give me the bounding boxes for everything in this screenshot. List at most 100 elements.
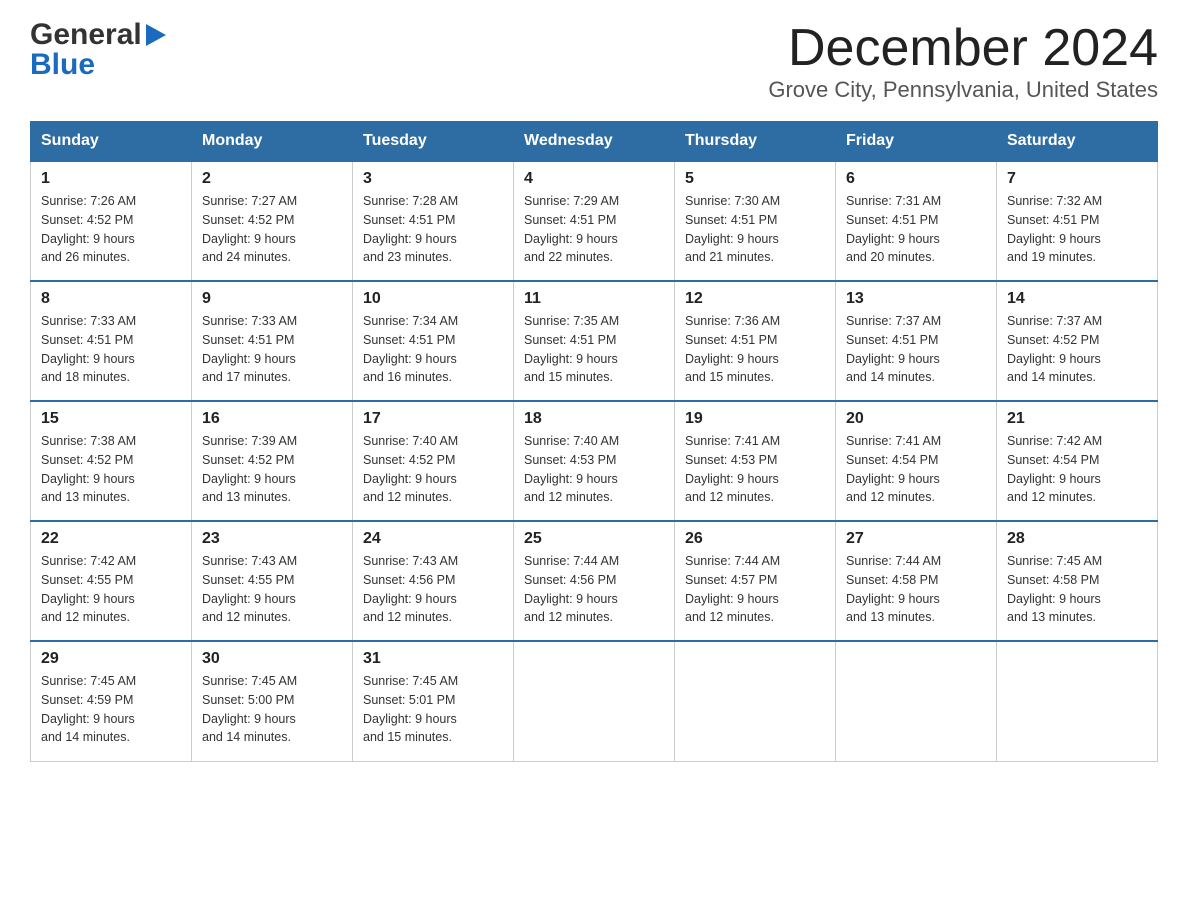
month-title: December 2024	[768, 20, 1158, 77]
day-cell: 30 Sunrise: 7:45 AMSunset: 5:00 PMDaylig…	[192, 641, 353, 761]
day-info: Sunrise: 7:42 AMSunset: 4:54 PMDaylight:…	[1007, 434, 1102, 504]
day-info: Sunrise: 7:29 AMSunset: 4:51 PMDaylight:…	[524, 194, 619, 264]
day-number: 30	[202, 650, 342, 668]
day-cell: 8 Sunrise: 7:33 AMSunset: 4:51 PMDayligh…	[31, 281, 192, 401]
weekday-header-saturday: Saturday	[997, 122, 1158, 162]
day-number: 8	[41, 290, 181, 308]
day-info: Sunrise: 7:44 AMSunset: 4:56 PMDaylight:…	[524, 554, 619, 624]
day-cell: 22 Sunrise: 7:42 AMSunset: 4:55 PMDaylig…	[31, 521, 192, 641]
day-info: Sunrise: 7:40 AMSunset: 4:53 PMDaylight:…	[524, 434, 619, 504]
day-number: 10	[363, 290, 503, 308]
day-number: 17	[363, 410, 503, 428]
day-cell: 19 Sunrise: 7:41 AMSunset: 4:53 PMDaylig…	[675, 401, 836, 521]
day-info: Sunrise: 7:40 AMSunset: 4:52 PMDaylight:…	[363, 434, 458, 504]
day-info: Sunrise: 7:37 AMSunset: 4:51 PMDaylight:…	[846, 314, 941, 384]
day-info: Sunrise: 7:30 AMSunset: 4:51 PMDaylight:…	[685, 194, 780, 264]
day-cell: 1 Sunrise: 7:26 AMSunset: 4:52 PMDayligh…	[31, 161, 192, 281]
day-info: Sunrise: 7:45 AMSunset: 4:58 PMDaylight:…	[1007, 554, 1102, 624]
day-cell: 6 Sunrise: 7:31 AMSunset: 4:51 PMDayligh…	[836, 161, 997, 281]
day-number: 29	[41, 650, 181, 668]
day-info: Sunrise: 7:34 AMSunset: 4:51 PMDaylight:…	[363, 314, 458, 384]
day-cell: 26 Sunrise: 7:44 AMSunset: 4:57 PMDaylig…	[675, 521, 836, 641]
weekday-header-row: SundayMondayTuesdayWednesdayThursdayFrid…	[31, 122, 1158, 162]
day-number: 26	[685, 530, 825, 548]
header: General Blue December 2024 Grove City, P…	[30, 20, 1158, 103]
day-cell: 12 Sunrise: 7:36 AMSunset: 4:51 PMDaylig…	[675, 281, 836, 401]
day-number: 20	[846, 410, 986, 428]
day-number: 28	[1007, 530, 1147, 548]
day-cell: 28 Sunrise: 7:45 AMSunset: 4:58 PMDaylig…	[997, 521, 1158, 641]
day-number: 9	[202, 290, 342, 308]
day-cell: 20 Sunrise: 7:41 AMSunset: 4:54 PMDaylig…	[836, 401, 997, 521]
day-info: Sunrise: 7:41 AMSunset: 4:53 PMDaylight:…	[685, 434, 780, 504]
day-info: Sunrise: 7:43 AMSunset: 4:56 PMDaylight:…	[363, 554, 458, 624]
day-cell: 5 Sunrise: 7:30 AMSunset: 4:51 PMDayligh…	[675, 161, 836, 281]
day-number: 27	[846, 530, 986, 548]
day-cell	[836, 641, 997, 761]
day-info: Sunrise: 7:44 AMSunset: 4:57 PMDaylight:…	[685, 554, 780, 624]
day-number: 12	[685, 290, 825, 308]
day-number: 14	[1007, 290, 1147, 308]
logo-general-text: General	[30, 20, 142, 50]
weekday-header-sunday: Sunday	[31, 122, 192, 162]
location-title: Grove City, Pennsylvania, United States	[768, 77, 1158, 103]
day-info: Sunrise: 7:45 AMSunset: 5:01 PMDaylight:…	[363, 674, 458, 744]
day-cell: 23 Sunrise: 7:43 AMSunset: 4:55 PMDaylig…	[192, 521, 353, 641]
day-info: Sunrise: 7:45 AMSunset: 4:59 PMDaylight:…	[41, 674, 136, 744]
week-row-2: 8 Sunrise: 7:33 AMSunset: 4:51 PMDayligh…	[31, 281, 1158, 401]
day-cell: 31 Sunrise: 7:45 AMSunset: 5:01 PMDaylig…	[353, 641, 514, 761]
day-cell: 14 Sunrise: 7:37 AMSunset: 4:52 PMDaylig…	[997, 281, 1158, 401]
logo-blue-text: Blue	[30, 50, 95, 80]
day-cell	[675, 641, 836, 761]
day-info: Sunrise: 7:43 AMSunset: 4:55 PMDaylight:…	[202, 554, 297, 624]
week-row-5: 29 Sunrise: 7:45 AMSunset: 4:59 PMDaylig…	[31, 641, 1158, 761]
week-row-3: 15 Sunrise: 7:38 AMSunset: 4:52 PMDaylig…	[31, 401, 1158, 521]
weekday-header-thursday: Thursday	[675, 122, 836, 162]
day-cell: 15 Sunrise: 7:38 AMSunset: 4:52 PMDaylig…	[31, 401, 192, 521]
logo-arrow-icon	[146, 24, 166, 50]
week-row-1: 1 Sunrise: 7:26 AMSunset: 4:52 PMDayligh…	[31, 161, 1158, 281]
day-cell	[514, 641, 675, 761]
day-cell: 18 Sunrise: 7:40 AMSunset: 4:53 PMDaylig…	[514, 401, 675, 521]
day-info: Sunrise: 7:36 AMSunset: 4:51 PMDaylight:…	[685, 314, 780, 384]
day-cell: 13 Sunrise: 7:37 AMSunset: 4:51 PMDaylig…	[836, 281, 997, 401]
day-info: Sunrise: 7:27 AMSunset: 4:52 PMDaylight:…	[202, 194, 297, 264]
day-info: Sunrise: 7:26 AMSunset: 4:52 PMDaylight:…	[41, 194, 136, 264]
day-info: Sunrise: 7:28 AMSunset: 4:51 PMDaylight:…	[363, 194, 458, 264]
day-number: 5	[685, 170, 825, 188]
calendar-table: SundayMondayTuesdayWednesdayThursdayFrid…	[30, 121, 1158, 762]
day-number: 31	[363, 650, 503, 668]
day-info: Sunrise: 7:41 AMSunset: 4:54 PMDaylight:…	[846, 434, 941, 504]
day-info: Sunrise: 7:32 AMSunset: 4:51 PMDaylight:…	[1007, 194, 1102, 264]
day-number: 22	[41, 530, 181, 548]
day-info: Sunrise: 7:42 AMSunset: 4:55 PMDaylight:…	[41, 554, 136, 624]
day-cell: 7 Sunrise: 7:32 AMSunset: 4:51 PMDayligh…	[997, 161, 1158, 281]
week-row-4: 22 Sunrise: 7:42 AMSunset: 4:55 PMDaylig…	[31, 521, 1158, 641]
day-number: 24	[363, 530, 503, 548]
day-cell: 11 Sunrise: 7:35 AMSunset: 4:51 PMDaylig…	[514, 281, 675, 401]
day-info: Sunrise: 7:39 AMSunset: 4:52 PMDaylight:…	[202, 434, 297, 504]
day-cell: 16 Sunrise: 7:39 AMSunset: 4:52 PMDaylig…	[192, 401, 353, 521]
day-cell: 17 Sunrise: 7:40 AMSunset: 4:52 PMDaylig…	[353, 401, 514, 521]
day-number: 7	[1007, 170, 1147, 188]
day-number: 15	[41, 410, 181, 428]
weekday-header-monday: Monday	[192, 122, 353, 162]
day-info: Sunrise: 7:38 AMSunset: 4:52 PMDaylight:…	[41, 434, 136, 504]
day-number: 18	[524, 410, 664, 428]
weekday-header-friday: Friday	[836, 122, 997, 162]
day-number: 13	[846, 290, 986, 308]
title-area: December 2024 Grove City, Pennsylvania, …	[768, 20, 1158, 103]
day-info: Sunrise: 7:37 AMSunset: 4:52 PMDaylight:…	[1007, 314, 1102, 384]
day-cell: 25 Sunrise: 7:44 AMSunset: 4:56 PMDaylig…	[514, 521, 675, 641]
day-info: Sunrise: 7:44 AMSunset: 4:58 PMDaylight:…	[846, 554, 941, 624]
day-cell: 4 Sunrise: 7:29 AMSunset: 4:51 PMDayligh…	[514, 161, 675, 281]
day-cell: 9 Sunrise: 7:33 AMSunset: 4:51 PMDayligh…	[192, 281, 353, 401]
day-number: 21	[1007, 410, 1147, 428]
day-number: 19	[685, 410, 825, 428]
day-info: Sunrise: 7:31 AMSunset: 4:51 PMDaylight:…	[846, 194, 941, 264]
day-info: Sunrise: 7:33 AMSunset: 4:51 PMDaylight:…	[41, 314, 136, 384]
day-cell: 27 Sunrise: 7:44 AMSunset: 4:58 PMDaylig…	[836, 521, 997, 641]
logo: General Blue	[30, 20, 166, 80]
day-number: 11	[524, 290, 664, 308]
weekday-header-tuesday: Tuesday	[353, 122, 514, 162]
